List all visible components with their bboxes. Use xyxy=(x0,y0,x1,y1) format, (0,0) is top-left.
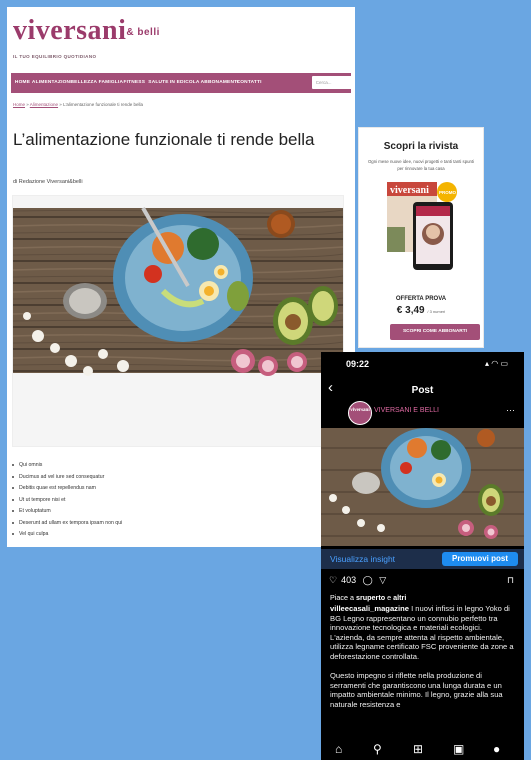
home-icon[interactable]: ⌂ xyxy=(335,742,342,756)
nav-in-edicola[interactable]: IN EDICOLA xyxy=(170,80,200,85)
share-icon[interactable]: ▽ xyxy=(379,575,386,585)
sidebar-description: Ogni mese nuove idee, nuovi progetti e t… xyxy=(367,159,475,171)
caption-username[interactable]: villeecasali_magazine xyxy=(330,604,409,613)
list-item: Qui omnis xyxy=(12,462,122,474)
nav-salute[interactable]: SALUTE xyxy=(148,80,168,85)
breadcrumb-home[interactable]: Home xyxy=(13,102,25,107)
food-bowl-illustration xyxy=(13,207,343,376)
comment-icon[interactable]: ◯ xyxy=(363,575,373,585)
account-name[interactable]: VIVERSANI E BELLI xyxy=(374,407,439,414)
bookmark-icon[interactable]: ⊓ xyxy=(507,575,514,586)
status-icons: ▴ ◠ ▭ xyxy=(485,359,508,368)
list-item: Et voluptatum xyxy=(12,508,122,520)
list-item: Ut ut tempore nisi et xyxy=(12,497,122,509)
nav-home[interactable]: HOME xyxy=(15,80,30,85)
site-tagline: IL TUO EQUILIBRIO QUOTIDIANO xyxy=(13,54,97,59)
reels-icon[interactable]: ▣ xyxy=(453,742,464,756)
article-bullet-list: Qui omnis Ducimus ad vel iure sed conseq… xyxy=(12,462,122,543)
profile-icon[interactable]: ● xyxy=(493,742,500,756)
like-count: 403 xyxy=(341,575,357,585)
article-byline: di Redazione Viversani&belli xyxy=(13,179,83,185)
list-item: Deserunt ad ullam ex tempora ipsam non q… xyxy=(12,520,122,532)
instagram-post-screenshot: 09:22 ▴ ◠ ▭ ‹ Post viversani VIVERSANI E… xyxy=(321,352,524,760)
magazine-sidebar-widget: Scopri la rivista Ogni mese nuove idee, … xyxy=(358,127,484,348)
offer-price: € 3,49 / 3 numeri xyxy=(396,305,446,316)
subscribe-button[interactable]: SCOPRI COME ABBONARTI xyxy=(390,324,480,340)
nav-fitness[interactable]: FITNESS xyxy=(123,80,145,85)
breadcrumb-category[interactable]: Alimentazione xyxy=(30,102,58,107)
search-input[interactable]: Cerca... xyxy=(311,76,355,89)
website-screenshot: viversani& belli IL TUO EQUILIBRIO QUOTI… xyxy=(7,7,355,547)
list-item: Ducimus ad vel iure sed consequatur xyxy=(12,474,122,486)
article-hero-image xyxy=(12,195,344,447)
insight-bar: Visualizza insight Promuovi post xyxy=(321,549,524,569)
screen-title: Post xyxy=(411,385,434,396)
nav-bellezza[interactable]: BELLEZZA xyxy=(71,80,98,85)
view-insights-link[interactable]: Visualizza insight xyxy=(330,554,395,564)
nav-famiglia[interactable]: FAMIGLIA xyxy=(99,80,124,85)
post-actions: ♡ 403 ◯ ▽ xyxy=(329,575,390,586)
avatar[interactable]: viversani xyxy=(348,401,372,425)
bottom-tab-bar: ⌂ ⚲ ⊞ ▣ ● xyxy=(321,740,524,760)
magazine-cover-image: viversani PROMO xyxy=(387,182,457,270)
nav-contatti[interactable]: CONTATTI xyxy=(237,80,262,85)
search-icon[interactable]: ⚲ xyxy=(373,742,382,756)
add-icon[interactable]: ⊞ xyxy=(413,742,423,756)
liked-by-others[interactable]: altri xyxy=(393,593,406,602)
post-caption: villeecasali_magazine I nuovi infissi in… xyxy=(330,604,514,709)
more-icon[interactable]: ··· xyxy=(506,405,515,415)
list-item: Vel qui culpa xyxy=(12,531,122,543)
heart-icon[interactable]: ♡ xyxy=(329,575,337,585)
promo-badge: PROMO xyxy=(439,190,457,195)
liked-by-user[interactable]: sruperto xyxy=(356,593,385,602)
breadcrumb-current: L'alimentazione funzionale ti rende bell… xyxy=(63,102,143,107)
liked-by: Piace a sruperto e altri xyxy=(330,593,407,602)
list-item: Debitis quae est repellendus nam xyxy=(12,485,122,497)
nav-abbonamenti[interactable]: ABBONAMENTI xyxy=(201,80,239,85)
status-time: 09:22 xyxy=(346,359,370,369)
nav-alimentazione[interactable]: ALIMENTAZIONE xyxy=(32,80,74,85)
site-logo[interactable]: viversani& belli xyxy=(13,15,160,47)
offer-label: OFFERTA PROVA xyxy=(395,296,447,302)
post-image xyxy=(321,428,524,546)
article-title: L’alimentazione funzionale ti rende bell… xyxy=(13,130,315,149)
breadcrumb: Home » Alimentazione » L'alimentazione f… xyxy=(13,102,143,107)
main-navbar: HOME ALIMENTAZIONE BELLEZZA FAMIGLIA FIT… xyxy=(11,73,355,93)
sidebar-title: Scopri la rivista xyxy=(383,141,459,152)
magazine-logo: viversani xyxy=(390,185,429,196)
promote-post-button[interactable]: Promuovi post xyxy=(442,552,518,566)
